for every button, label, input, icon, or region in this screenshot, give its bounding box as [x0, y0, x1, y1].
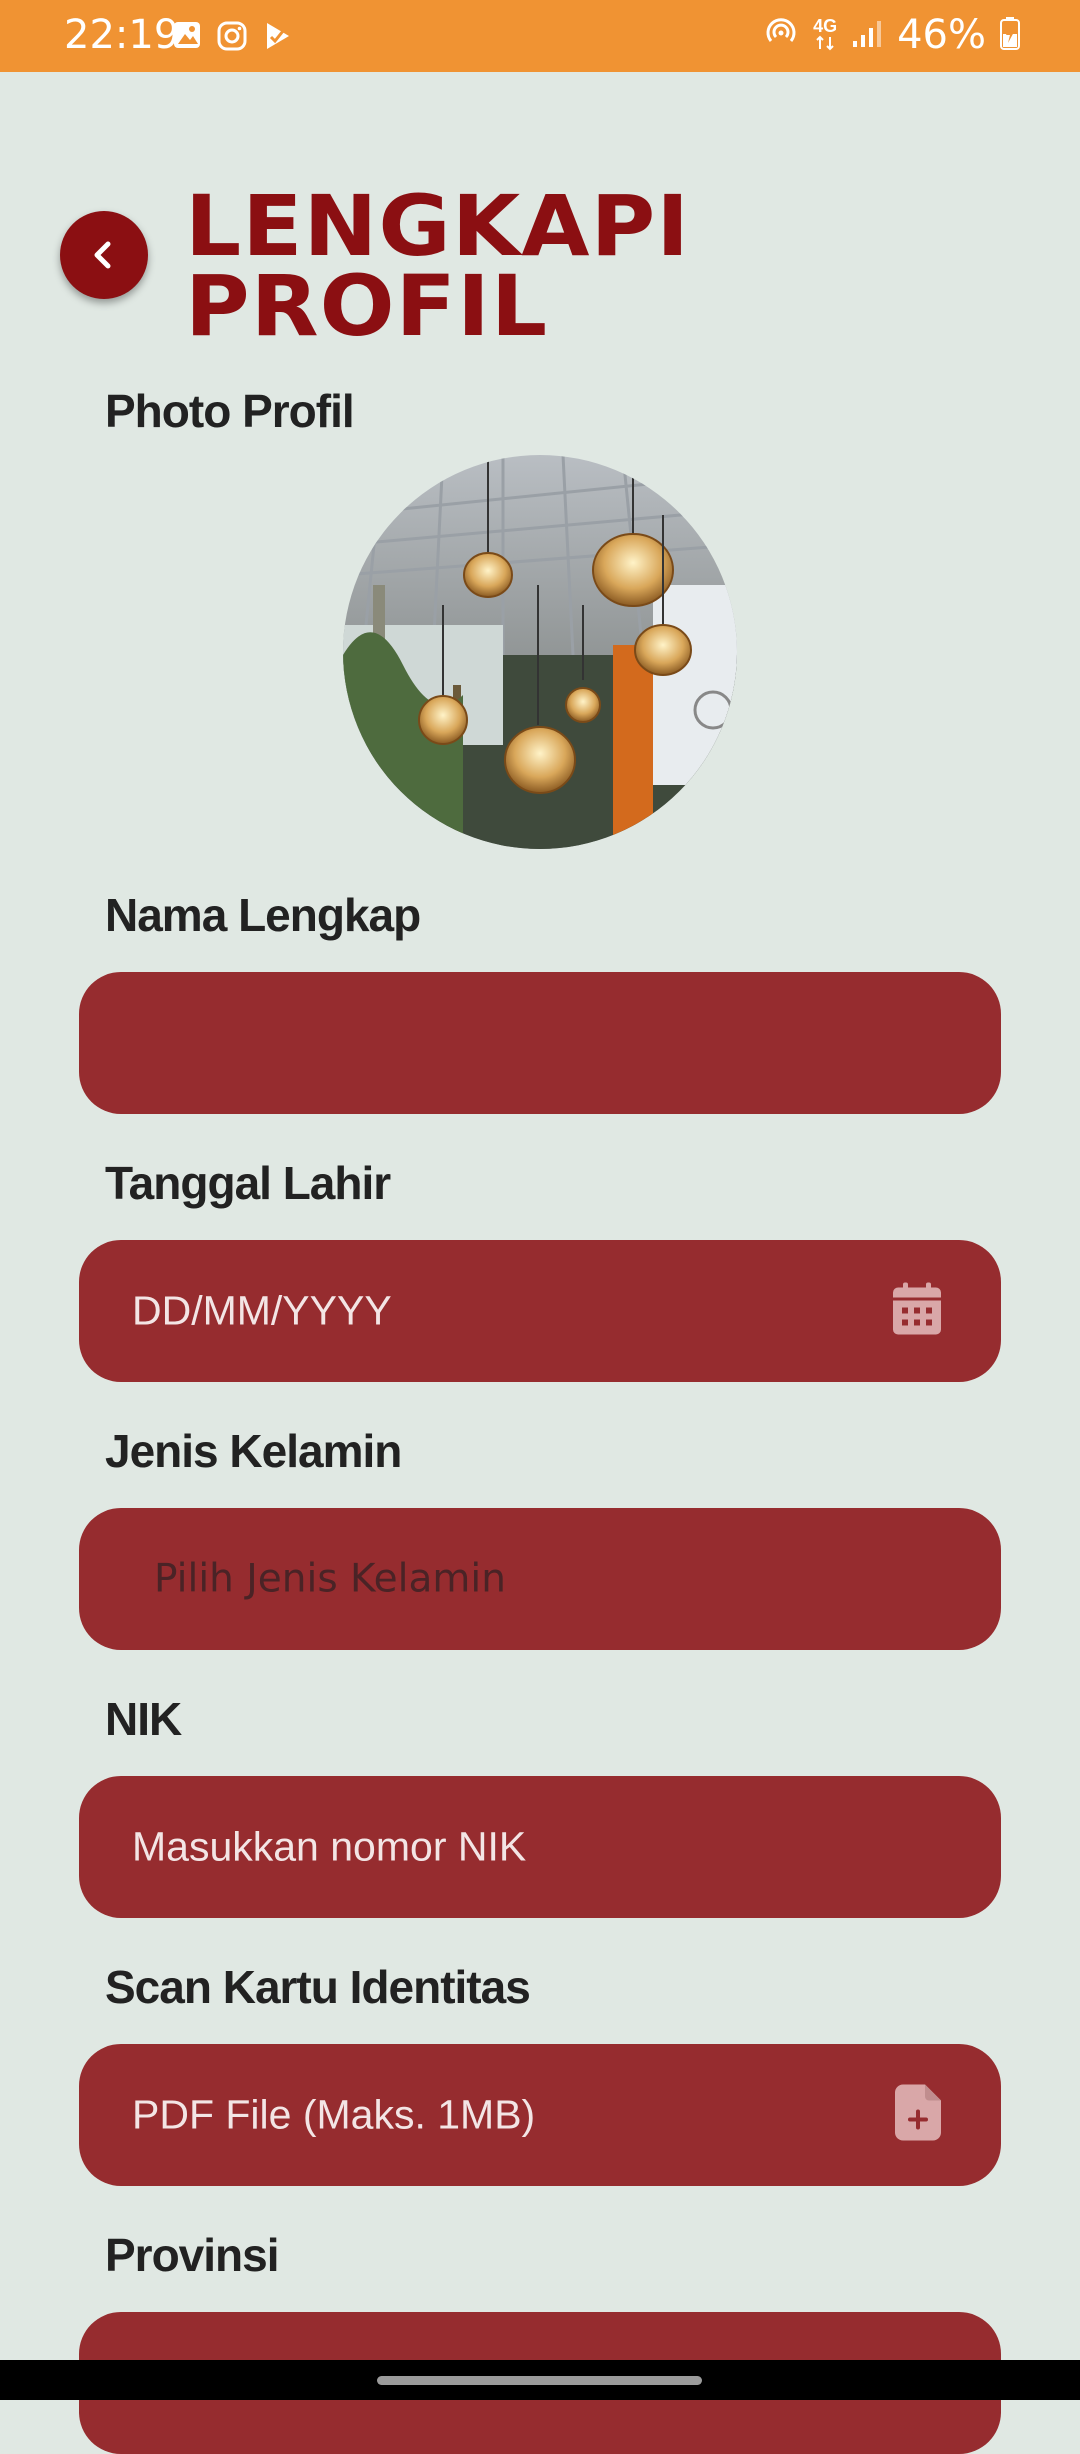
scan-kartu-label: Scan Kartu Identitas	[105, 1961, 531, 2013]
instagram-icon	[216, 20, 248, 57]
nama-lengkap-input[interactable]	[79, 972, 1001, 1114]
home-gesture-handle[interactable]	[377, 2376, 702, 2385]
nama-lengkap-label: Nama Lengkap	[105, 889, 421, 941]
provinsi-label: Provinsi	[105, 2229, 280, 2281]
battery-percent: 46%	[897, 12, 986, 58]
tanggal-lahir-input[interactable]: DD/MM/YYYY	[79, 1240, 1001, 1382]
profile-photo-image	[343, 455, 737, 849]
jenis-kelamin-select[interactable]: Pilih Jenis Kelamin	[79, 1508, 1001, 1650]
data-arrows-icon	[816, 35, 834, 50]
signal-icon	[851, 17, 883, 54]
battery-icon	[1000, 16, 1020, 55]
back-button[interactable]	[60, 211, 148, 299]
nik-label: NIK	[105, 1693, 182, 1745]
file-add-icon[interactable]	[895, 2084, 941, 2146]
tanggal-lahir-label: Tanggal Lahir	[105, 1157, 391, 1209]
calendar-icon[interactable]	[893, 1282, 941, 1340]
photo-profile-label: Photo Profil	[105, 385, 355, 437]
nik-placeholder: Masukkan nomor NIK	[132, 1823, 527, 1870]
clock: 22:19	[64, 12, 180, 58]
scan-kartu-upload[interactable]: PDF File (Maks. 1MB)	[79, 2044, 1001, 2186]
hotspot-icon	[763, 15, 799, 56]
chevron-left-icon	[94, 241, 111, 269]
page-title: LENGKAPI PROFIL	[185, 177, 691, 355]
gallery-icon	[172, 20, 202, 57]
jenis-kelamin-placeholder: Pilih Jenis Kelamin	[154, 1556, 506, 1602]
play-store-icon	[262, 20, 294, 57]
jenis-kelamin-label: Jenis Kelamin	[105, 1425, 402, 1477]
status-bar: 22:19 4G 46%	[0, 0, 1080, 72]
scan-kartu-placeholder: PDF File (Maks. 1MB)	[132, 2091, 536, 2138]
profile-photo[interactable]	[343, 455, 737, 849]
tanggal-lahir-placeholder: DD/MM/YYYY	[132, 1287, 392, 1334]
nik-input[interactable]: Masukkan nomor NIK	[79, 1776, 1001, 1918]
network-type: 4G	[813, 17, 837, 54]
